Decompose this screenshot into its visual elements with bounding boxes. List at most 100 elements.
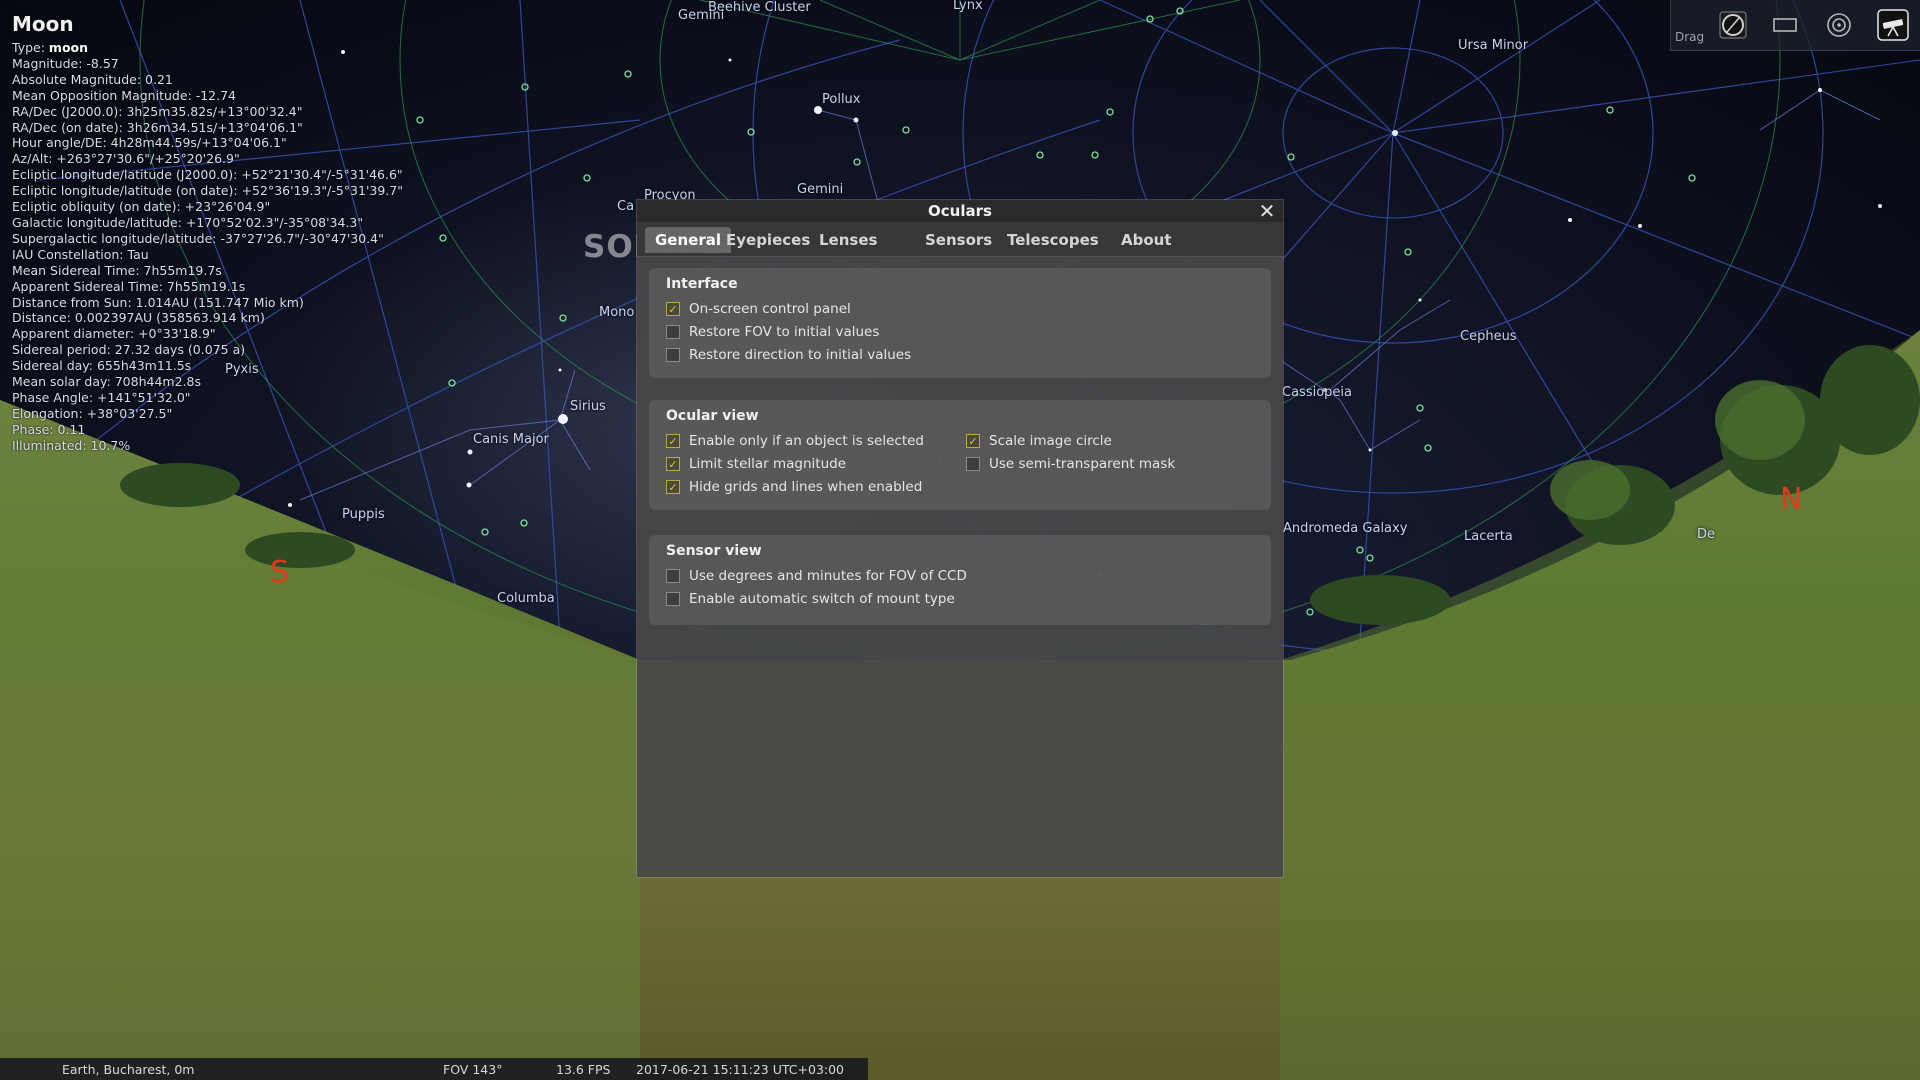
checkbox[interactable]	[666, 592, 680, 606]
option-restore-fov[interactable]: Restore FOV to initial values	[666, 324, 879, 340]
sensor-view-group-title: Sensor view	[666, 543, 762, 559]
object-info-panel: Moon Type: moon Magnitude: -8.57 Absolute…	[12, 12, 452, 454]
checkbox[interactable]: ✓	[666, 457, 680, 471]
status-location[interactable]: Earth, Bucharest, 0m	[62, 1062, 194, 1077]
info-line: Galactic longitude/latitude: +170°52'02.…	[12, 214, 364, 230]
option-scale-image-circle[interactable]: ✓ Scale image circle	[966, 433, 1112, 449]
option-auto-switch-mount-type[interactable]: Enable automatic switch of mount type	[666, 591, 955, 607]
interface-group-title: Interface	[666, 276, 738, 292]
option-limit-stellar-magnitude[interactable]: ✓ Limit stellar magnitude	[666, 456, 846, 472]
checkbox[interactable]	[666, 569, 680, 583]
option-degrees-minutes-fov-ccd[interactable]: Use degrees and minutes for FOV of CCD	[666, 568, 967, 584]
status-datetime[interactable]: 2017-06-21 15:11:23 UTC+03:00	[636, 1062, 844, 1077]
telrad-button[interactable]	[1821, 8, 1857, 42]
object-name: Moon	[12, 12, 74, 36]
checkbox[interactable]	[666, 348, 680, 362]
label-gemini-top: Gemini	[678, 8, 725, 23]
dialog-title: Oculars	[928, 202, 992, 220]
label-ursa-minor: Ursa Minor	[1458, 38, 1529, 53]
checkbox[interactable]: ✓	[666, 434, 680, 448]
option-label: Limit stellar magnitude	[689, 456, 847, 472]
info-line: Sidereal day: 655h43m11.5s	[12, 358, 192, 374]
info-line: Phase Angle: +141°51'32.0"	[12, 389, 191, 405]
label-columba: Columba	[497, 591, 555, 606]
option-hide-grids-and-lines[interactable]: ✓ Hide grids and lines when enabled	[666, 479, 922, 495]
label-monoceros: Mono	[599, 305, 635, 320]
info-line: Magnitude: -8.57	[12, 55, 119, 71]
info-line: Ecliptic longitude/latitude (J2000.0): +…	[12, 167, 403, 183]
ocular-view-group: Ocular view ✓ Enable only if an object i…	[649, 400, 1271, 510]
option-label: Use semi-transparent mask	[989, 456, 1176, 472]
option-on-screen-control-panel[interactable]: ✓ On-screen control panel	[666, 301, 851, 317]
option-label: Use degrees and minutes for FOV of CCD	[689, 568, 967, 584]
tab-lenses[interactable]: Lenses	[809, 227, 887, 253]
compass-south: S	[270, 555, 290, 590]
label-sirius: Sirius	[570, 399, 606, 414]
checkbox[interactable]: ✓	[666, 480, 680, 494]
label-lynx: Lynx	[953, 0, 983, 13]
sensor-view-group: Sensor view Use degrees and minutes for …	[649, 535, 1271, 625]
info-line: RA/Dec (on date): 3h26m34.51s/+13°04'06.…	[12, 119, 303, 135]
telescope-icon	[1877, 9, 1909, 41]
info-line: Phase: 0.11	[12, 421, 86, 437]
ocular-button[interactable]	[1715, 8, 1751, 42]
compass-north: N	[1780, 482, 1803, 517]
object-type: Type: moon	[12, 40, 452, 56]
option-restore-direction[interactable]: Restore direction to initial values	[666, 347, 911, 363]
telrad-icon	[1827, 13, 1851, 37]
label-gemini: Gemini	[797, 182, 844, 197]
object-type-label: Type:	[12, 40, 45, 55]
label-de: De	[1697, 527, 1716, 542]
info-line: Illuminated: 10.7%	[12, 437, 131, 453]
tab-about[interactable]: About	[1111, 227, 1182, 253]
info-line: Apparent diameter: +0°33'18.9"	[12, 326, 216, 342]
telescope-button[interactable]	[1875, 8, 1911, 42]
object-type-value: moon	[48, 40, 89, 55]
interface-group: Interface ✓ On-screen control panel Rest…	[649, 268, 1271, 378]
checkbox[interactable]: ✓	[966, 434, 980, 448]
option-label: Hide grids and lines when enabled	[689, 479, 923, 495]
status-fps: 13.6 FPS	[556, 1062, 611, 1077]
info-line: RA/Dec (J2000.0): 3h25m35.82s/+13°00'32.…	[12, 103, 303, 119]
option-label: Scale image circle	[989, 433, 1112, 449]
sensor-frame-button[interactable]	[1767, 8, 1803, 42]
info-line: Distance from Sun: 1.014AU (151.747 Mio …	[12, 294, 304, 310]
label-pollux: Pollux	[822, 92, 861, 107]
checkbox[interactable]	[666, 325, 680, 339]
option-semi-transparent-mask[interactable]: Use semi-transparent mask	[966, 456, 1175, 472]
tab-eyepieces[interactable]: Eyepieces	[716, 227, 820, 253]
tab-telescopes[interactable]: Telescopes	[997, 227, 1109, 253]
oculars-dialog: Oculars ✕ General Eyepieces Lenses Senso…	[637, 200, 1283, 877]
oculars-toolbar: Drag	[1670, 0, 1920, 51]
label-cepheus: Cepheus	[1460, 329, 1517, 344]
close-icon: ✕	[1258, 199, 1276, 223]
label-cancer: Ca	[617, 199, 635, 214]
label-andromeda-galaxy: Andromeda Galaxy	[1283, 521, 1408, 536]
ocular-icon	[1719, 11, 1747, 39]
label-puppis: Puppis	[342, 507, 385, 522]
info-line: Absolute Magnitude: 0.21	[12, 71, 173, 87]
tab-sensors[interactable]: Sensors	[915, 227, 1002, 253]
checkbox[interactable]: ✓	[666, 302, 680, 316]
info-line: Az/Alt: +263°27'30.6"/+25°20'26.9"	[12, 151, 240, 167]
info-line: Ecliptic obliquity (on date): +23°26'04.…	[12, 199, 271, 215]
info-line: Hour angle/DE: 4h28m44.59s/+13°04'06.1"	[12, 135, 287, 151]
option-label: On-screen control panel	[689, 301, 851, 317]
info-line: Mean Sidereal Time: 7h55m19.7s	[12, 262, 222, 278]
info-line: IAU Constellation: Tau	[12, 246, 149, 262]
info-line: Mean solar day: 708h44m2.8s	[12, 374, 201, 390]
checkbox[interactable]	[966, 457, 980, 471]
dialog-tab-bar: General Eyepieces Lenses Sensors Telesco…	[637, 222, 1283, 257]
label-lacerta: Lacerta	[1464, 529, 1513, 544]
info-line: Supergalactic longitude/latitude: -37°27…	[12, 230, 384, 246]
info-line: Elongation: +38°03'27.5"	[12, 405, 173, 421]
option-enable-if-object-selected[interactable]: ✓ Enable only if an object is selected	[666, 433, 924, 449]
label-canis-major: Canis Major	[473, 432, 549, 447]
status-bar: Earth, Bucharest, 0m FOV 143° 13.6 FPS 2…	[0, 1058, 868, 1080]
dialog-titlebar[interactable]: Oculars ✕	[637, 200, 1283, 222]
info-line: Sidereal period: 27.32 days (0.075 a)	[12, 342, 246, 358]
option-label: Enable only if an object is selected	[689, 433, 924, 449]
option-label: Enable automatic switch of mount type	[689, 591, 955, 607]
close-button[interactable]: ✕	[1257, 201, 1277, 221]
toolbar-drag-label[interactable]: Drag	[1675, 30, 1704, 44]
